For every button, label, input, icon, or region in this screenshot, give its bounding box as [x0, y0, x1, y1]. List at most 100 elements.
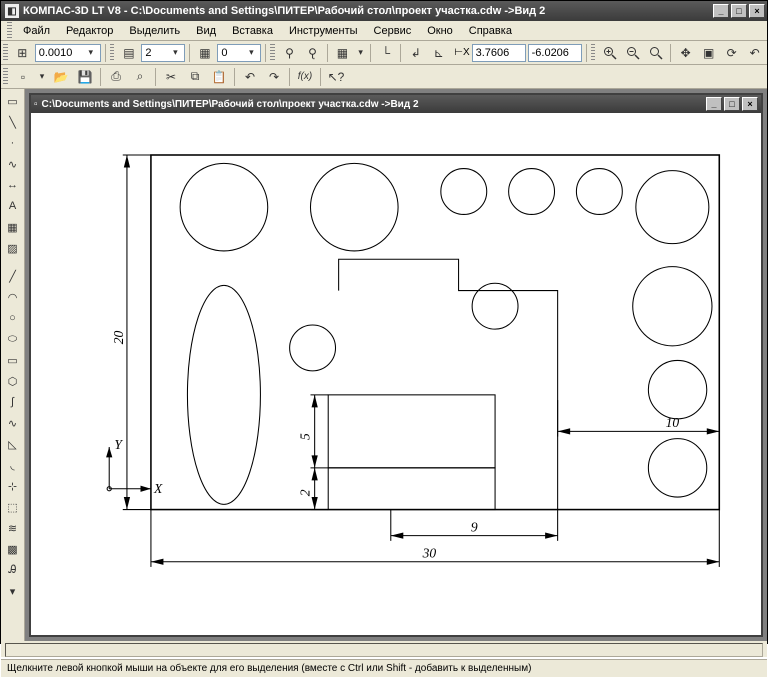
dimension-10 [558, 400, 720, 510]
layer-field[interactable]: ▾ [141, 44, 185, 62]
circle-shape [290, 325, 336, 371]
menu-file[interactable]: Файл [16, 23, 57, 39]
toolbar1-grip2[interactable] [110, 44, 115, 62]
layers2-button[interactable]: ▦ [194, 42, 215, 64]
layer2-dropdown-icon[interactable]: ▾ [245, 47, 257, 58]
tool-fillet[interactable]: ◟ [3, 455, 23, 475]
tool-chamfer[interactable]: ◺ [3, 434, 23, 454]
tool-text[interactable]: A [3, 196, 23, 216]
magnet-settings-button[interactable]: ⚲̣ [302, 42, 323, 64]
layer2-field[interactable]: ▾ [217, 44, 261, 62]
menu-view[interactable]: Вид [189, 23, 223, 39]
toolbar1-grip[interactable] [3, 44, 8, 62]
grid-dd-icon[interactable]: ▾ [355, 47, 366, 58]
tool-table[interactable]: ▦ [3, 217, 23, 237]
global-cs-button[interactable]: ⊾ [428, 42, 449, 64]
window-titlebar: ◧ КОМПАС-3D LT V8 - C:\Documents and Set… [1, 1, 767, 21]
step-input[interactable] [39, 47, 85, 59]
coord-x-input[interactable] [476, 47, 522, 59]
tool-nurbs[interactable]: ∿ [3, 413, 23, 433]
zoom-window-button[interactable] [645, 42, 666, 64]
doc-close-button[interactable]: × [742, 97, 758, 111]
coord-x-field[interactable] [472, 44, 526, 62]
doc-icon: ▫ [34, 99, 38, 110]
command-input-box[interactable] [5, 643, 763, 657]
ellipse-shape [187, 285, 260, 504]
axis-x-label: X [153, 481, 163, 496]
refresh-button[interactable]: ⟳ [721, 42, 742, 64]
menu-service[interactable]: Сервис [367, 23, 419, 39]
tool-circle[interactable]: ○ [3, 308, 23, 328]
paste-button[interactable]: 📋 [208, 66, 230, 88]
zoom-prev-button[interactable]: ↶ [744, 42, 765, 64]
menu-help[interactable]: Справка [462, 23, 519, 39]
menu-window[interactable]: Окно [420, 23, 460, 39]
save-button[interactable]: 💾 [74, 66, 96, 88]
open-button[interactable]: 📂 [50, 66, 72, 88]
tool-font[interactable]: Ꭿ [3, 560, 23, 580]
maximize-button[interactable]: □ [731, 4, 747, 18]
menu-edit[interactable]: Редактор [59, 23, 120, 39]
preview-button[interactable]: ⌕ [129, 66, 151, 88]
circle-shape [509, 169, 555, 215]
tool-rect[interactable]: ▭ [3, 350, 23, 370]
statusbar: Щелкните левой кнопкой мыши на объекте д… [1, 659, 767, 677]
toolbar1-grip4[interactable] [591, 44, 596, 62]
ortho-button[interactable]: └ [375, 42, 396, 64]
cut-button[interactable]: ✂ [160, 66, 182, 88]
status-text: Щелкните левой кнопкой мыши на объекте д… [7, 663, 531, 674]
tool-point[interactable]: · [3, 133, 23, 153]
print-button[interactable]: ⎙ [105, 66, 127, 88]
menubar: Файл Редактор Выделить Вид Вставка Инстр… [1, 21, 767, 41]
copy-button[interactable]: ⧉ [184, 66, 206, 88]
drawing-canvas[interactable]: 30 9 [31, 113, 761, 635]
menu-select[interactable]: Выделить [122, 23, 187, 39]
tool-equid[interactable]: ≋ [3, 518, 23, 538]
toolbar2-grip[interactable] [3, 68, 8, 86]
tool-dim[interactable]: ↔ [3, 175, 23, 195]
tool-contour[interactable]: ⬚ [3, 497, 23, 517]
grid-snap-button[interactable]: ⊞ [12, 42, 33, 64]
step-field[interactable]: ▾ [35, 44, 101, 62]
tool-ellipse[interactable]: ⬭ [3, 329, 23, 349]
tool-hatch[interactable]: ▨ [3, 238, 23, 258]
grid-button[interactable]: ▦ [332, 42, 353, 64]
tool-bezier[interactable]: ∫ [3, 392, 23, 412]
tool-arc[interactable]: ◠ [3, 287, 23, 307]
undo-button[interactable]: ↶ [239, 66, 261, 88]
doc-maximize-button[interactable]: □ [724, 97, 740, 111]
magnet-button[interactable]: ⚲ [279, 42, 300, 64]
tool-seg[interactable]: ╱ [3, 266, 23, 286]
coord-y-field[interactable] [528, 44, 582, 62]
menu-tools[interactable]: Инструменты [282, 23, 365, 39]
layer-input[interactable] [145, 47, 169, 59]
menubar-grip[interactable] [7, 22, 12, 40]
layers-button[interactable]: ▤ [118, 42, 139, 64]
step-dropdown-icon[interactable]: ▾ [85, 47, 97, 58]
tool-select[interactable]: ▭ [3, 91, 23, 111]
local-cs-button[interactable]: ↲ [405, 42, 426, 64]
tool-more[interactable]: ▾ [3, 581, 23, 601]
zoom-fit-button[interactable]: ▣ [698, 42, 719, 64]
minimize-button[interactable]: _ [713, 4, 729, 18]
tool-line[interactable]: ╲ [3, 112, 23, 132]
tool-poly[interactable]: ⬡ [3, 371, 23, 391]
tool-hatch2[interactable]: ▩ [3, 539, 23, 559]
pan-button[interactable]: ✥ [675, 42, 696, 64]
layer-dropdown-icon[interactable]: ▾ [169, 47, 181, 58]
pointer-button[interactable]: ↖? [325, 66, 347, 88]
close-button[interactable]: × [749, 4, 765, 18]
fx-button[interactable]: f(x) [294, 66, 316, 88]
redo-button[interactable]: ↷ [263, 66, 285, 88]
tool-axis[interactable]: ⊹ [3, 476, 23, 496]
zoom-out-button[interactable] [622, 42, 643, 64]
layer2-input[interactable] [221, 47, 245, 59]
toolbar1-grip3[interactable] [270, 44, 275, 62]
new-dd-icon[interactable]: ▾ [36, 71, 48, 82]
coord-y-input[interactable] [532, 47, 578, 59]
zoom-in-button[interactable] [599, 42, 620, 64]
tool-spline[interactable]: ∿ [3, 154, 23, 174]
new-button[interactable]: ▫ [12, 66, 34, 88]
doc-minimize-button[interactable]: _ [706, 97, 722, 111]
menu-insert[interactable]: Вставка [225, 23, 280, 39]
